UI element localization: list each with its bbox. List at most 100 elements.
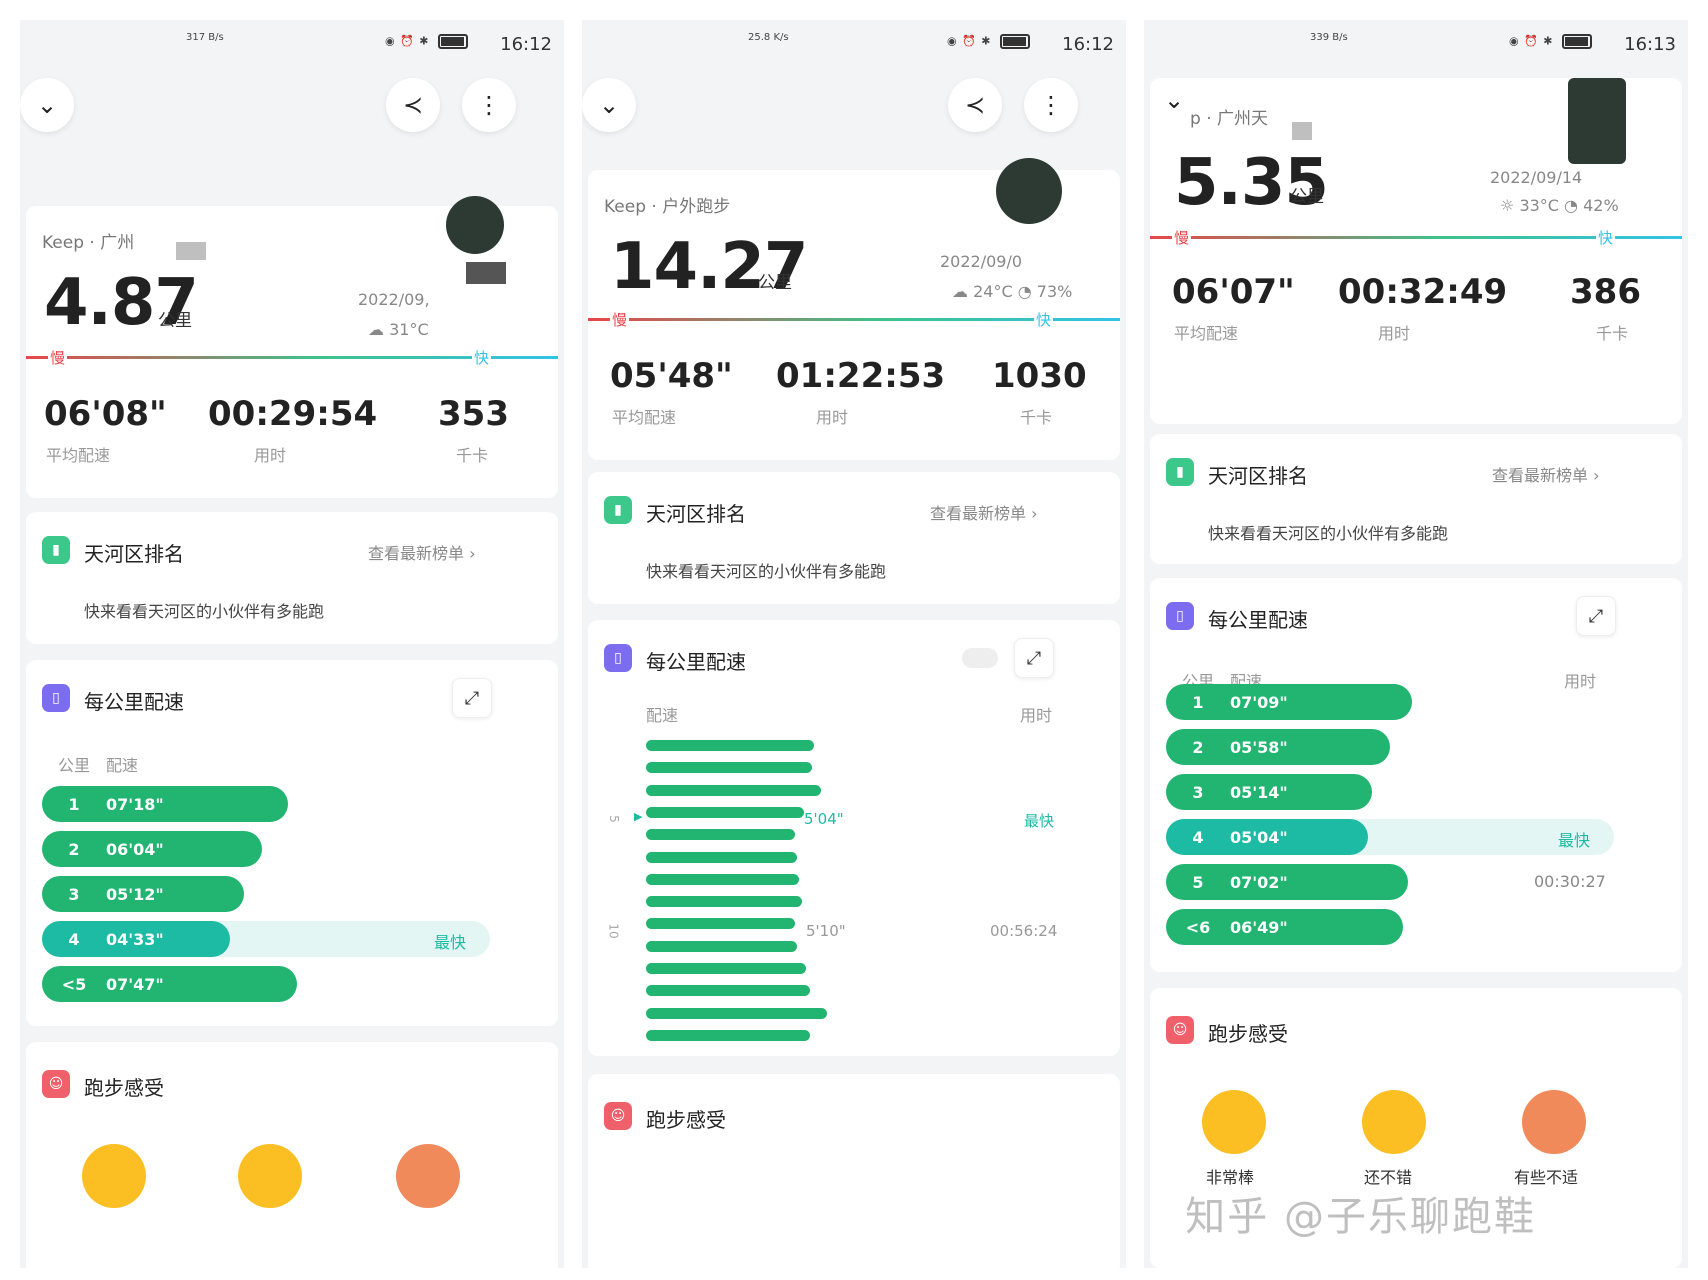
smile-icon: ☺ [1166, 1016, 1194, 1044]
pace-bar[interactable] [646, 829, 795, 841]
battery-icon [438, 34, 468, 49]
ranking-card[interactable]: ▮ 天河区排名 查看最新榜单 › 快来看看天河区的小伙伴有多能跑 [1150, 434, 1682, 564]
emoji-unwell-icon[interactable] [1522, 1090, 1586, 1154]
emoji-unwell-icon[interactable] [396, 1144, 460, 1208]
bar-chart-icon: ▮ [1166, 458, 1194, 486]
pace-icon: ▯ [42, 684, 70, 712]
watermark: 知乎 @子乐聊跑鞋 [1185, 1194, 1536, 1240]
pace-bar[interactable] [646, 985, 810, 997]
split-km: <6 [1185, 917, 1211, 937]
calories-value: 1030 [992, 356, 1087, 396]
expand-icon: ⤢ [1588, 605, 1604, 627]
expand-button[interactable]: ⤢ [1014, 638, 1054, 678]
pace-bar[interactable] [646, 1007, 827, 1019]
emoji-good-icon[interactable] [1362, 1090, 1426, 1154]
view-leaderboard-link[interactable]: 查看最新榜单 › [1492, 462, 1600, 486]
fast-label: 快 [1034, 309, 1054, 330]
feel-title: 跑步感受 [646, 1108, 726, 1132]
pace-bar[interactable] [646, 896, 802, 908]
collapse-button[interactable]: ⌄ [582, 78, 636, 132]
split-km: 1 [68, 794, 80, 814]
emoji-great-icon[interactable] [1202, 1090, 1266, 1154]
pace-bar[interactable] [646, 740, 814, 751]
expand-icon: ⤢ [1026, 647, 1042, 669]
pace-bar[interactable] [646, 873, 799, 885]
avg-pace-label: 平均配速 [612, 408, 677, 427]
split-row[interactable]: <5 07'47" [42, 966, 297, 1002]
emoji-good-icon[interactable] [238, 1144, 302, 1208]
split-row[interactable]: 3 05'12" [42, 876, 244, 912]
split-km: 3 [68, 884, 80, 904]
pace-bar[interactable] [646, 784, 821, 796]
pace-bar[interactable] [646, 1029, 810, 1041]
view-leaderboard-link[interactable]: 查看最新榜单 › [930, 500, 1038, 524]
pace-bar[interactable] [646, 940, 797, 952]
status-bar: 339 B/s ◉ ⏰ ✱ 16:13 [1144, 20, 1688, 80]
view-leaderboard-link[interactable]: 查看最新榜单 › [368, 540, 476, 564]
share-button[interactable]: ≺ [386, 78, 440, 132]
battery-icon [1000, 34, 1030, 49]
duration-label: 用时 [1378, 324, 1411, 343]
col-pace: 配速 [646, 706, 679, 725]
split-row[interactable]: 5 07'02" [1166, 864, 1408, 900]
collapse-button[interactable]: ⌄ [20, 78, 74, 132]
split-row[interactable]: 1 07'09" [1166, 684, 1412, 720]
split-row[interactable]: 3 05'14" [1166, 774, 1372, 810]
ranking-title: 天河区排名 [84, 542, 184, 566]
feel-card: ☺ 跑步感受 [26, 1042, 558, 1268]
smile-icon: ☺ [604, 1102, 632, 1130]
marker10-time: 00:56:24 [990, 922, 1058, 940]
calories-label: 千卡 [1596, 324, 1629, 343]
split-row[interactable]: 2 06'04" [42, 831, 262, 867]
status-bar: 317 B/s ◉ ⏰ ✱ 16:12 [20, 20, 564, 80]
expand-icon: ⤢ [464, 687, 480, 709]
emoji-great-icon[interactable] [82, 1144, 146, 1208]
calories-label: 千卡 [456, 446, 489, 465]
more-button[interactable]: ⋮ [462, 78, 516, 132]
status-icons: ◉ ⏰ ✱ [1509, 34, 1592, 49]
chevron-down-icon: ⌄ [598, 91, 620, 119]
split-km: 4 [68, 929, 80, 949]
pace-bar[interactable] [646, 963, 806, 974]
split-pace: 07'18" [106, 794, 164, 814]
more-vertical-icon: ⋮ [1039, 91, 1063, 119]
split-km: 4 [1192, 827, 1204, 847]
run-date: 2022/09/0 [940, 252, 1023, 271]
expand-button[interactable]: ⤢ [452, 678, 492, 718]
avatar [446, 196, 504, 254]
split-row[interactable]: <6 06'49" [1166, 909, 1403, 945]
pace-bar[interactable] [646, 806, 804, 818]
pace-bar[interactable] [646, 918, 795, 930]
avg-pace-label: 平均配速 [1174, 324, 1239, 343]
split-pace: 04'33" [106, 929, 164, 949]
screenshot-panel-2: 25.8 K/s ◉ ⏰ ✱ 16:12 ⌄ ≺ ⋮ Keep · 户外跑步 1… [582, 20, 1126, 1268]
clock: 16:13 [1624, 34, 1676, 55]
split-row[interactable]: 2 05'58" [1166, 729, 1390, 765]
chevron-down-icon[interactable]: ⌄ [1164, 86, 1184, 114]
view-toggle[interactable] [962, 648, 998, 668]
share-button[interactable]: ≺ [948, 78, 1002, 132]
avatar [1568, 78, 1626, 164]
splits-card: ▯ 每公里配速 ⤢ 配速 用时 5 ▶ 5'04" 最快 10 5'10" 00… [588, 620, 1120, 1056]
clock: 16:12 [500, 34, 552, 55]
pace-bar[interactable] [646, 851, 797, 863]
fast-label: 快 [472, 347, 492, 368]
more-button[interactable]: ⋮ [1024, 78, 1078, 132]
humidity-icon: ◔ [1012, 282, 1037, 301]
split-km: <5 [61, 974, 87, 994]
split-row[interactable]: 1 07'18" [42, 786, 288, 822]
avg-pace-label: 平均配速 [46, 446, 111, 465]
run-date: 2022/09/14 [1490, 168, 1583, 187]
split-row[interactable]: 4 05'04" [1166, 819, 1368, 855]
network-speed: 317 B/s [186, 32, 224, 43]
fastest-tag: 最快 [1024, 812, 1055, 830]
expand-button[interactable]: ⤢ [1576, 596, 1616, 636]
ranking-card[interactable]: ▮ 天河区排名 查看最新榜单 › 快来看看天河区的小伙伴有多能跑 [588, 472, 1120, 604]
ranking-card[interactable]: ▮ 天河区排名 查看最新榜单 › 快来看看天河区的小伙伴有多能跑 [26, 512, 558, 644]
calories-label: 千卡 [1020, 408, 1053, 427]
redacted-block [1292, 122, 1312, 140]
cloud-icon: ☁ [368, 320, 390, 339]
split-row[interactable]: 4 04'33" [42, 921, 230, 957]
avg-pace-value: 06'08" [44, 394, 167, 434]
pace-bar[interactable] [646, 762, 812, 774]
